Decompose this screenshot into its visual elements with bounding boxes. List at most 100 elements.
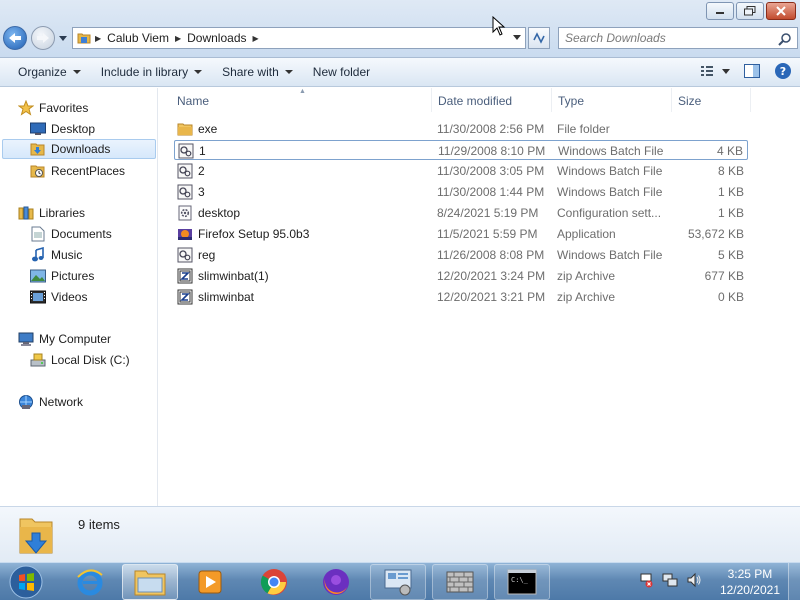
folder-icon: [177, 123, 193, 136]
clock-time: 3:25 PM: [727, 567, 773, 581]
window-controls: [706, 2, 796, 20]
file-size: 4 KB: [716, 144, 743, 158]
caret-down-icon: [194, 70, 203, 74]
start-button[interactable]: [6, 563, 46, 600]
file-date: 11/30/2008 2:56 PM: [437, 122, 545, 136]
nav-item-pictures[interactable]: Pictures: [30, 266, 94, 286]
nav-libraries[interactable]: Libraries: [18, 203, 85, 223]
network-status-icon[interactable]: [662, 572, 678, 588]
column-divider[interactable]: [671, 88, 672, 112]
maximize-button[interactable]: [736, 2, 764, 20]
svg-text:C:\_: C:\_: [511, 576, 529, 584]
nav-item-downloads[interactable]: Downloads: [2, 139, 156, 159]
breadcrumb-separator[interactable]: ▶: [253, 34, 259, 43]
column-divider[interactable]: [750, 88, 751, 112]
taskbar-firewall[interactable]: [432, 564, 488, 600]
organize-menu[interactable]: Organize: [8, 60, 91, 84]
file-type: File folder: [557, 122, 610, 136]
column-name[interactable]: Name: [177, 94, 209, 108]
breadcrumb-downloads[interactable]: Downloads: [187, 31, 246, 45]
preview-pane-icon[interactable]: [744, 64, 760, 78]
column-divider[interactable]: [431, 88, 432, 112]
nav-item-recentplaces[interactable]: RecentPlaces: [30, 161, 125, 181]
hard-drive-icon: [30, 352, 46, 368]
close-button[interactable]: [766, 2, 796, 20]
file-date: 8/24/2021 5:19 PM: [437, 206, 539, 220]
address-bar[interactable]: ▶ Calub Viem ▶ Downloads ▶: [72, 27, 526, 49]
nav-item-label: Music: [51, 248, 83, 262]
nav-item-local-disk[interactable]: Local Disk (C:): [30, 350, 130, 370]
forward-button[interactable]: [31, 26, 55, 50]
nav-network-label: Network: [39, 395, 84, 409]
file-type: zip Archive: [557, 269, 616, 283]
nav-network[interactable]: Network: [18, 392, 83, 412]
search-icon[interactable]: [778, 32, 792, 46]
file-name: 1: [199, 144, 206, 158]
nav-item-videos[interactable]: Videos: [30, 287, 87, 307]
column-size[interactable]: Size: [678, 94, 701, 108]
file-row[interactable]: exe 11/30/2008 2:56 PM File folder: [174, 119, 748, 139]
minimize-button[interactable]: [706, 2, 734, 20]
nav-favorites[interactable]: Favorites: [18, 98, 88, 118]
include-in-library-label: Include in library: [100, 65, 189, 79]
help-icon[interactable]: ?: [774, 62, 792, 80]
file-row[interactable]: slimwinbat 12/20/2021 3:21 PM zip Archiv…: [174, 287, 748, 307]
taskbar-windows-explorer[interactable]: [122, 564, 178, 600]
include-in-library-menu[interactable]: Include in library: [91, 60, 212, 84]
show-desktop-button[interactable]: [788, 563, 800, 600]
breadcrumb-separator[interactable]: ▶: [175, 34, 181, 43]
taskbar-command-prompt[interactable]: C:\_: [494, 564, 550, 600]
file-row[interactable]: reg 11/26/2008 8:08 PM Windows Batch Fil…: [174, 245, 748, 265]
network-icon: [18, 394, 34, 410]
nav-item-documents[interactable]: Documents: [30, 224, 112, 244]
taskbar-clock[interactable]: 3:25 PM 12/20/2021: [720, 566, 780, 598]
new-folder-button[interactable]: New folder: [303, 60, 380, 84]
search-box[interactable]: [558, 27, 798, 49]
file-date: 11/29/2008 8:10 PM: [438, 144, 546, 158]
svg-text:?: ?: [780, 65, 786, 78]
share-with-menu[interactable]: Share with: [212, 60, 303, 84]
breadcrumb-separator[interactable]: ▶: [95, 34, 101, 43]
videos-icon: [30, 289, 46, 305]
taskbar-control-panel[interactable]: [370, 564, 426, 600]
computer-icon: [18, 331, 34, 347]
nav-libraries-label: Libraries: [39, 206, 86, 220]
file-size: 677 KB: [704, 269, 744, 283]
nav-my-computer[interactable]: My Computer: [18, 329, 111, 349]
windows-start-icon: [9, 565, 43, 599]
refresh-button[interactable]: [528, 27, 550, 49]
file-row[interactable]: Firefox Setup 95.0b3 11/5/2021 5:59 PM A…: [174, 224, 748, 244]
column-divider[interactable]: [551, 88, 552, 112]
taskbar-internet-explorer[interactable]: [62, 564, 118, 600]
back-button[interactable]: [3, 26, 27, 50]
nav-item-desktop[interactable]: Desktop: [30, 119, 95, 139]
file-row[interactable]: desktop 8/24/2021 5:19 PM Configuration …: [174, 203, 748, 223]
file-name: desktop: [198, 206, 241, 220]
file-size: 0 KB: [717, 290, 744, 304]
taskbar-media-player[interactable]: [182, 564, 238, 600]
file-row[interactable]: slimwinbat(1) 12/20/2021 3:24 PM zip Arc…: [174, 266, 748, 286]
installer-icon: [178, 229, 192, 240]
media-player-icon: [198, 570, 222, 594]
file-row[interactable]: 2 11/30/2008 3:05 PM Windows Batch File …: [174, 161, 748, 181]
recent-places-icon: [30, 163, 46, 179]
file-row-focused[interactable]: 1 11/29/2008 8:10 PM Windows Batch File …: [174, 140, 748, 160]
nav-item-label: Pictures: [51, 269, 95, 283]
chevron-down-icon[interactable]: [513, 35, 521, 41]
breadcrumb-user[interactable]: Calub Viem: [107, 31, 169, 45]
taskbar-firefox[interactable]: [308, 564, 364, 600]
desktop-icon: [30, 121, 46, 137]
search-input[interactable]: [565, 31, 765, 45]
volume-icon[interactable]: [686, 572, 702, 588]
star-icon: [18, 100, 34, 116]
arrow-right-icon: [37, 33, 49, 43]
nav-item-music[interactable]: Music: [30, 245, 82, 265]
taskbar-chrome[interactable]: [246, 564, 302, 600]
action-center-icon[interactable]: [638, 572, 654, 588]
file-row[interactable]: 3 11/30/2008 1:44 PM Windows Batch File …: [174, 182, 748, 202]
view-options-icon[interactable]: [700, 64, 730, 78]
column-date-modified[interactable]: Date modified: [438, 94, 512, 108]
file-name: slimwinbat(1): [198, 269, 269, 283]
column-type[interactable]: Type: [558, 94, 584, 108]
recent-pages-dropdown[interactable]: [59, 34, 67, 42]
